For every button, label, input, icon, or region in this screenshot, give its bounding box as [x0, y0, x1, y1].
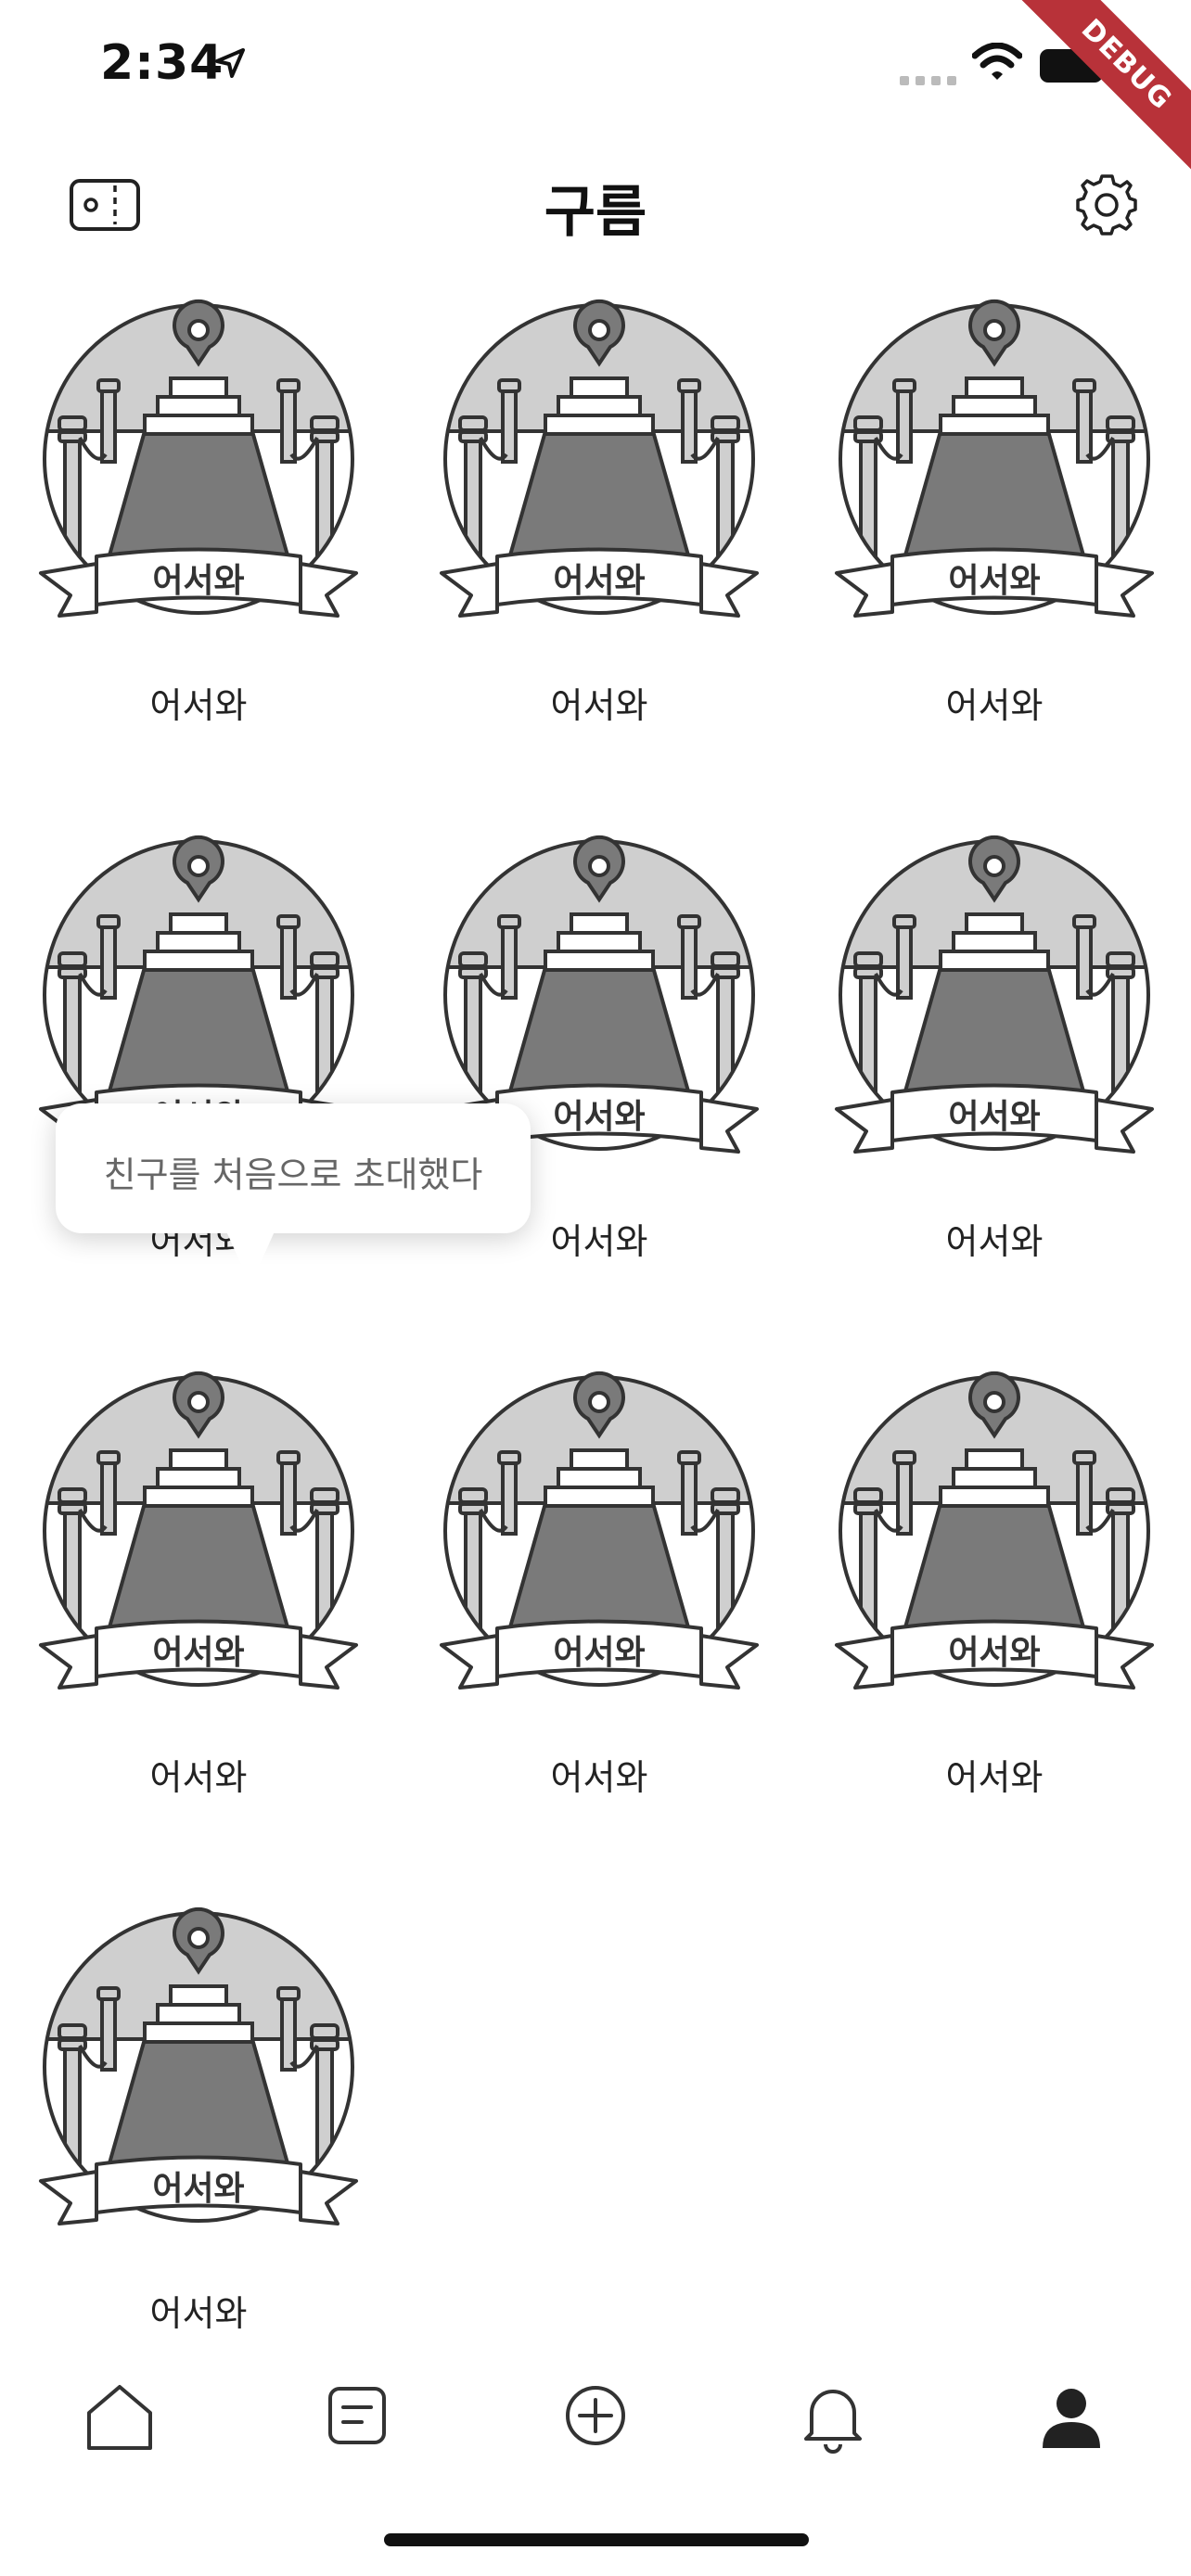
location-arrow-icon: [215, 48, 245, 78]
badge-item[interactable]: 어서와어서와: [32, 1886, 365, 2350]
badge-item[interactable]: 어서와어서와: [32, 1350, 365, 1814]
add-circle-icon[interactable]: [554, 2374, 637, 2457]
badge-emblem-icon: 어서와: [827, 814, 1161, 1185]
badge-emblem-icon: 어서와: [432, 278, 766, 649]
badge-label: 어서와: [149, 2293, 248, 2334]
gear-icon[interactable]: [1074, 172, 1139, 237]
badge-label: 어서와: [945, 1221, 1044, 1262]
badge-ribbon-text: 어서와: [948, 1634, 1040, 1672]
badge-ribbon-text: 어서와: [152, 2170, 244, 2208]
badge-ribbon-text: 어서와: [152, 562, 244, 600]
page-title: 구름: [544, 180, 647, 245]
badge-emblem-icon: 어서와: [32, 278, 365, 649]
badge-item[interactable]: 어서와어서와: [432, 278, 766, 742]
badge-emblem-icon: 어서와: [32, 1886, 365, 2257]
badge-ribbon-text: 어서와: [948, 1098, 1040, 1136]
document-icon[interactable]: [315, 2374, 399, 2457]
badge-ribbon-text: 어서와: [553, 562, 645, 600]
badge-ribbon-text: 어서와: [948, 562, 1040, 600]
badge-item[interactable]: 어서와어서와: [827, 814, 1161, 1278]
badge-label: 어서와: [945, 1757, 1044, 1798]
badge-label: 어서와: [149, 685, 248, 726]
status-time: 2:34: [100, 35, 224, 91]
cellular-signal-icon: [900, 76, 956, 85]
tooltip-text: 친구를 처음으로 초대했다: [103, 1154, 483, 1195]
badge-emblem-icon: 어서와: [32, 1350, 365, 1721]
bell-icon[interactable]: [791, 2374, 875, 2457]
home-icon[interactable]: [78, 2374, 161, 2457]
badge-emblem-icon: 어서와: [827, 278, 1161, 649]
home-indicator: [384, 2533, 809, 2546]
badge-item[interactable]: 어서와어서와: [32, 278, 365, 742]
status-bar: 2:34 DEBUG: [0, 0, 1191, 177]
profile-icon[interactable]: [1030, 2374, 1113, 2457]
badge-ribbon-text: 어서와: [152, 1634, 244, 1672]
badge-emblem-icon: 어서와: [432, 1350, 766, 1721]
achievement-tooltip: 친구를 처음으로 초대했다: [56, 1103, 531, 1285]
app-header: 구름: [0, 148, 1191, 260]
badge-emblem-icon: 어서와: [827, 1350, 1161, 1721]
badge-item[interactable]: 어서와어서와: [432, 1350, 766, 1814]
badge-ribbon-text: 어서와: [553, 1634, 645, 1672]
wifi-icon: [972, 43, 1022, 80]
bottom-navigation: [0, 2337, 1191, 2485]
badge-label: 어서와: [945, 685, 1044, 726]
badge-label: 어서와: [550, 1757, 648, 1798]
badge-label: 어서와: [550, 685, 648, 726]
tooltip-pointer: [226, 1231, 275, 1285]
badge-item[interactable]: 어서와어서와: [827, 278, 1161, 742]
badge-label: 어서와: [149, 1757, 248, 1798]
badge-ribbon-text: 어서와: [553, 1098, 645, 1136]
badge-item[interactable]: 어서와어서와: [827, 1350, 1161, 1814]
